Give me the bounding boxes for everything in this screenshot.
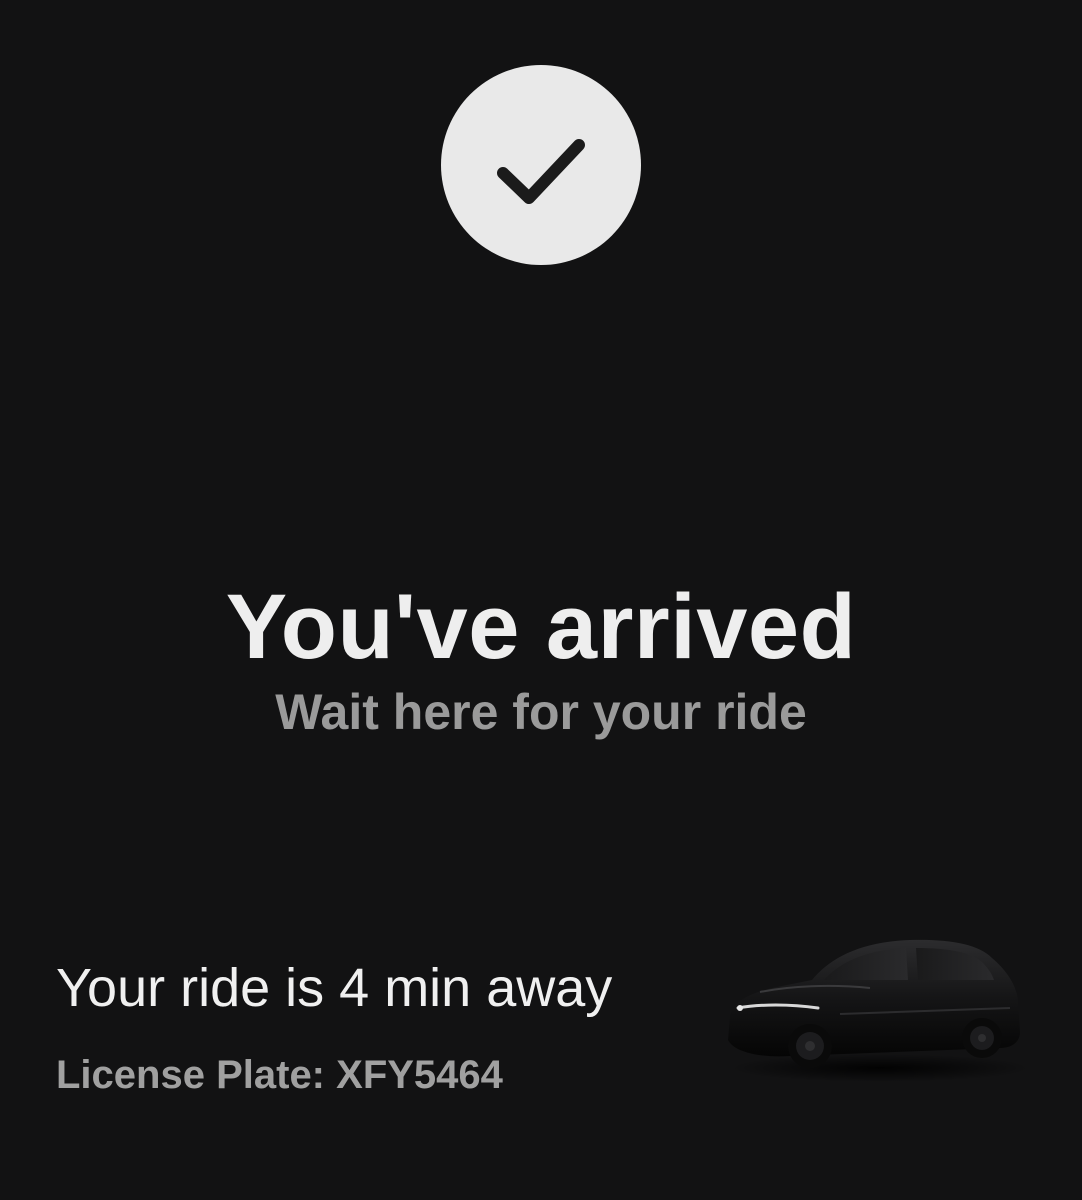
- ride-info: Your ride is 4 min away License Plate: X…: [56, 950, 676, 1100]
- ride-eta: Your ride is 4 min away: [56, 958, 613, 1018]
- arrival-subtitle: Wait here for your ride: [275, 684, 807, 740]
- license-plate: License Plate: XFY5464: [56, 1050, 676, 1100]
- car-icon: [728, 939, 1030, 1082]
- arrival-screen: You've arrived Wait here for your ride Y…: [0, 0, 1082, 1200]
- arrival-status-badge: [441, 65, 641, 265]
- license-plate-value: XFY5464: [336, 1053, 503, 1097]
- checkmark-icon: [497, 139, 585, 204]
- arrival-heading: You've arrived Wait here for your ride: [0, 572, 1082, 742]
- arrival-title: You've arrived: [225, 576, 857, 678]
- license-plate-label: License Plate:: [56, 1053, 326, 1097]
